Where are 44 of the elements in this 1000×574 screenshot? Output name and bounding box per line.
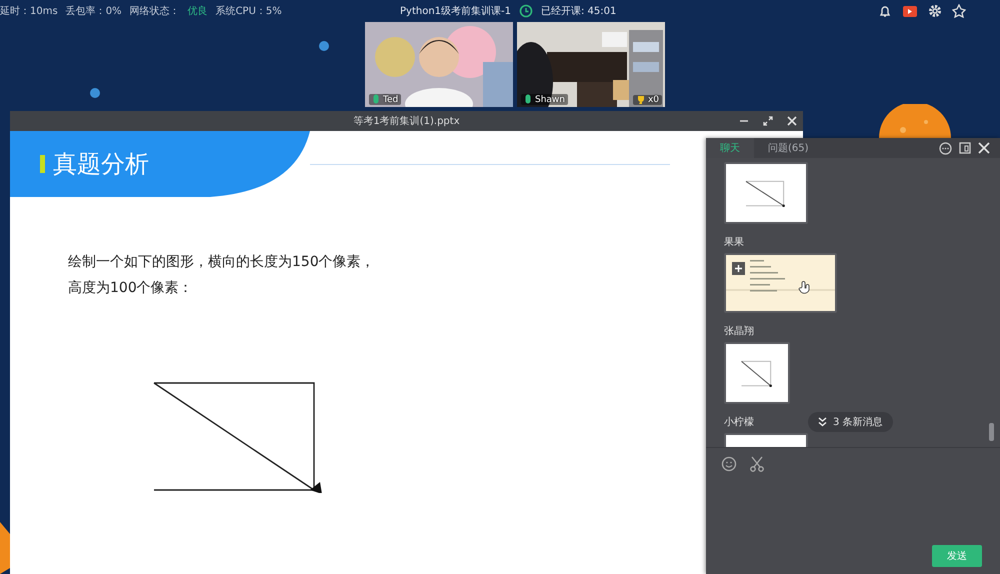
sender-name: 张晶翔 (724, 324, 754, 338)
close-icon[interactable] (787, 116, 797, 126)
scrollbar[interactable] (989, 423, 994, 441)
chat-tab[interactable]: 聊天 (706, 138, 754, 158)
planet-drawing (879, 104, 951, 138)
slide-text: 绘制一个如下的图形，横向的长度为150个像素， (68, 253, 376, 271)
video-icon[interactable] (902, 4, 918, 18)
slide-text: 高度为100个像素： (68, 279, 194, 297)
sender-name: 小柠檬 (724, 416, 754, 429)
window-title: 等考1考前集训(1).pptx (353, 114, 460, 128)
settings-icon[interactable] (928, 4, 942, 18)
panel-icon[interactable] (959, 142, 971, 154)
trophy-icon (636, 95, 646, 105)
trophy-count: x0 (648, 95, 659, 105)
scissors-icon[interactable] (749, 456, 765, 472)
dot-icon (90, 88, 100, 98)
elapsed-time: 已经开课: 45:01 (541, 5, 616, 18)
send-button[interactable]: 发送 (932, 545, 982, 567)
status-text: 丢包率：0% (66, 4, 122, 18)
clock-icon (519, 4, 533, 18)
chat-bubble-icon[interactable] (939, 142, 952, 154)
double-chevron-icon (818, 417, 827, 427)
status-text: 优良 (188, 4, 208, 18)
slide-heading: 真题分析 (53, 149, 149, 180)
image-thumbnail[interactable] (724, 162, 808, 224)
dot-icon (319, 41, 329, 51)
image-thumbnail[interactable] (724, 342, 790, 404)
status-text: 网络状态： (130, 4, 180, 18)
participant-name: Shawn (535, 94, 565, 104)
microphone-icon (524, 94, 532, 105)
image-thumbnail[interactable] (724, 253, 837, 313)
expand-icon[interactable] (763, 116, 773, 126)
sender-name: 果果 (724, 236, 744, 249)
bell-icon[interactable] (878, 4, 892, 18)
new-messages-button[interactable]: 3 条新消息 (808, 412, 893, 432)
participant-name: Ted (383, 94, 398, 104)
new-messages-text: 3 条新消息 (833, 416, 883, 429)
close-icon[interactable] (978, 142, 990, 154)
status-text: 延时：10ms (0, 4, 58, 18)
accent-bar-icon (40, 155, 45, 173)
microphone-icon (372, 94, 380, 105)
emoji-icon[interactable] (721, 456, 737, 472)
status-text: 系统CPU：5% (216, 4, 282, 18)
course-title: Python1级考前集训课-1 (400, 4, 511, 18)
